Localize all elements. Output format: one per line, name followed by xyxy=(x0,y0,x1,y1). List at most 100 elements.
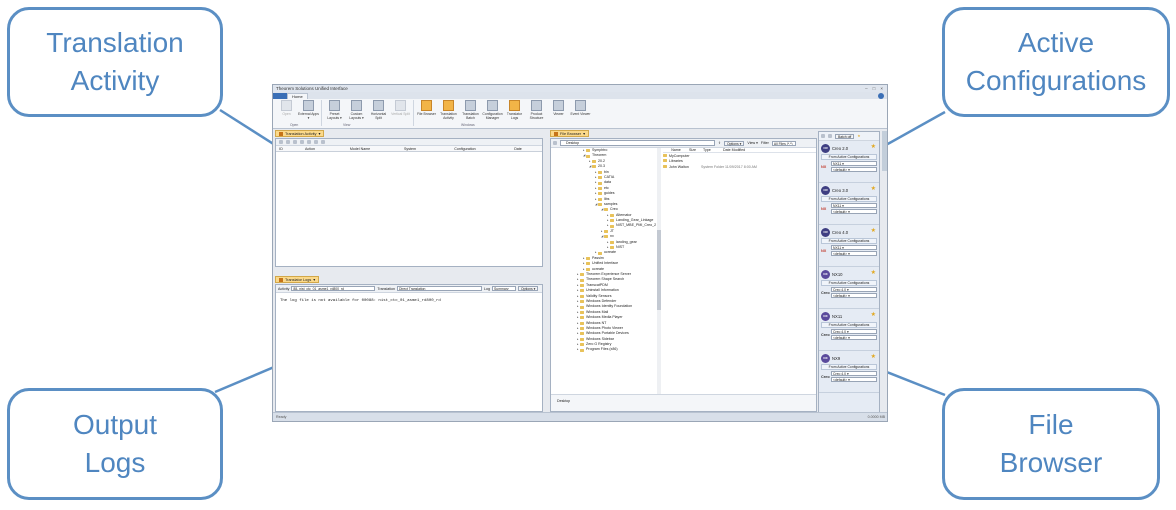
configuration-card[interactable]: CR Creo 4.0 ★ From Active Configurations NX N… xyxy=(819,225,879,267)
maximize-button[interactable]: □ xyxy=(873,86,876,91)
favorite-star-icon[interactable]: ★ xyxy=(857,134,860,138)
ribbon-button-label: Horizontal Split xyxy=(370,112,387,120)
column-header[interactable]: Size xyxy=(689,148,703,152)
ribbon-button-label: Preset Layouts ▾ xyxy=(327,112,342,120)
external-apps-ribbon-button[interactable]: External Apps ▾ xyxy=(298,100,319,120)
ribbon-button-label: Translation Activity xyxy=(440,112,457,120)
column-header[interactable]: Action xyxy=(286,147,334,151)
column-header[interactable]: Model Name xyxy=(334,147,386,151)
side-collapse-tab[interactable] xyxy=(882,131,887,171)
viewer-ribbon-button[interactable]: Viewer xyxy=(548,100,569,120)
favorite-star-icon[interactable]: ★ xyxy=(871,353,876,360)
folder-icon xyxy=(592,165,596,169)
ribbon-button-label: Open xyxy=(282,112,291,116)
config-select[interactable]: <default> ▾ xyxy=(831,167,877,172)
configuration-card[interactable]: CR Creo 3.0 ★ From Active Configurations NX N… xyxy=(819,183,879,225)
ribbon-button-label: Translator Logs xyxy=(506,112,523,120)
custom-layouts-ribbon-button[interactable]: Custom Layouts ▾ xyxy=(346,100,367,120)
scrollbar-thumb[interactable] xyxy=(657,230,661,310)
filter-select[interactable]: All Files (*.*) xyxy=(771,140,796,146)
translation-activity-toolbar xyxy=(276,139,542,146)
column-header[interactable]: ID xyxy=(276,147,286,151)
target-select[interactable]: Creo 4.0 ▾ xyxy=(831,371,877,376)
column-header[interactable]: Configuration xyxy=(434,147,496,151)
configuration-card[interactable]: NX NX9 ★ From Active Configurations Creo Creo… xyxy=(819,351,879,393)
favorite-star-icon[interactable]: ★ xyxy=(871,185,876,192)
from-active-configurations-button[interactable]: From Active Configurations xyxy=(821,238,877,244)
from-active-configurations-button[interactable]: From Active Configurations xyxy=(821,196,877,202)
translation-activity-ribbon-button[interactable]: Translation Activity xyxy=(438,100,459,120)
refresh-icon[interactable]: ⇧ xyxy=(718,141,721,145)
options-button[interactable]: Options ▾ xyxy=(518,286,539,291)
folder-icon xyxy=(663,159,667,163)
product-structure-ribbon-button[interactable]: Product Structure xyxy=(526,100,547,120)
configuration-card[interactable]: NX NX11 ★ From Active Configurations Creo Cre… xyxy=(819,309,879,351)
address-bar[interactable]: Desktop xyxy=(560,140,715,146)
column-header[interactable]: Type xyxy=(703,148,723,152)
config-select[interactable]: <default> ▾ xyxy=(831,251,877,256)
open-ribbon-button[interactable]: Open xyxy=(276,100,297,120)
options-button[interactable]: Options ▾ xyxy=(724,140,745,146)
target-select[interactable]: NX11 ▾ xyxy=(831,245,877,250)
tree-node-label: NIST xyxy=(616,245,625,250)
configuration-manager-ribbon-button[interactable]: Configuration Manager xyxy=(482,100,503,120)
config-select[interactable]: <default> ▾ xyxy=(831,335,877,340)
translation-batch-ribbon-button[interactable]: Translation Batch xyxy=(460,100,481,120)
stop-icon[interactable] xyxy=(300,140,304,144)
view-button[interactable]: View ▾ xyxy=(747,141,758,145)
horizontal-split-ribbon-button[interactable]: Horizontal Split xyxy=(368,100,389,120)
configuration-card[interactable]: CR Creo 2.0 ★ From Active Configurations NX N… xyxy=(819,141,879,183)
close-button[interactable]: × xyxy=(880,86,883,91)
grid-icon[interactable] xyxy=(821,134,825,138)
favorite-star-icon[interactable]: ★ xyxy=(871,143,876,150)
log-select[interactable]: Summary xyxy=(492,286,517,291)
folder-icon xyxy=(663,164,667,168)
file-browser-ribbon-button[interactable]: File Browser xyxy=(416,100,437,120)
from-active-configurations-button[interactable]: From Active Configurations xyxy=(821,280,877,286)
pause-icon[interactable] xyxy=(307,140,311,144)
column-header[interactable]: Date xyxy=(496,147,540,151)
favorite-star-icon[interactable]: ★ xyxy=(871,311,876,318)
configuration-card[interactable]: NX NX10 ★ From Active Configurations Creo Cre… xyxy=(819,267,879,309)
translation-activity-tab[interactable]: Translation Activity ▾ xyxy=(275,130,325,137)
tree-scrollbar[interactable] xyxy=(657,148,661,394)
column-header[interactable]: Date Modified xyxy=(723,148,763,152)
column-header[interactable]: System xyxy=(386,147,434,151)
column-header[interactable]: Name xyxy=(663,148,689,152)
delete-icon[interactable] xyxy=(321,140,325,144)
translator-logs-tab-label: Translator Logs xyxy=(285,277,312,282)
preset-layouts-ribbon-button[interactable]: Preset Layouts ▾ xyxy=(324,100,345,120)
batch-off-button[interactable]: Batch off xyxy=(835,133,855,139)
file-row[interactable]: John Walton System Folder 11/09/2017 8:00 … xyxy=(663,164,816,169)
config-select[interactable]: <default> ▾ xyxy=(831,377,877,382)
translator-logs-ribbon-button[interactable]: Translator Logs xyxy=(504,100,525,120)
tools-icon[interactable] xyxy=(828,134,832,138)
translation-select[interactable]: Direct Translation xyxy=(397,286,483,291)
ribbon-button-label: Product Structure xyxy=(529,112,544,120)
nx-logo-icon: NX xyxy=(821,353,830,363)
favorite-star-icon[interactable]: ★ xyxy=(871,227,876,234)
config-select[interactable]: <default> ▾ xyxy=(831,209,877,214)
save-icon[interactable] xyxy=(286,140,290,144)
from-active-configurations-button[interactable]: From Active Configurations xyxy=(821,364,877,370)
vertical-split-ribbon-button[interactable]: Vertical Split xyxy=(390,100,411,120)
translator-logs-tab[interactable]: Translator Logs ▾ xyxy=(275,276,320,283)
target-select[interactable]: NX11 ▾ xyxy=(831,203,877,208)
tree-node[interactable]: ▸ Program Files (x86) xyxy=(551,347,660,352)
target-select[interactable]: Creo 4.0 ▾ xyxy=(831,329,877,334)
from-active-configurations-button[interactable]: From Active Configurations xyxy=(821,154,877,160)
from-active-configurations-button[interactable]: From Active Configurations xyxy=(821,322,877,328)
edit-icon[interactable] xyxy=(293,140,297,144)
target-select[interactable]: Creo 4.0 ▾ xyxy=(831,287,877,292)
file-browser-tab[interactable]: File Browser ▾ xyxy=(550,130,590,137)
activity-select[interactable]: 88- nist_ctc_01_asme1_rd800_rd xyxy=(291,286,376,291)
target-select[interactable]: NX11 ▾ xyxy=(831,161,877,166)
translator-logs-panel: Activity 88- nist_ctc_01_asme1_rd800_rd … xyxy=(275,284,543,412)
settings-icon[interactable] xyxy=(314,140,318,144)
title-bar: Theorem Solutions Unified Interface – □ … xyxy=(273,85,887,92)
event-viewer-ribbon-button[interactable]: Event Viewer xyxy=(570,100,591,120)
favorite-star-icon[interactable]: ★ xyxy=(871,269,876,276)
minimize-button[interactable]: – xyxy=(865,86,868,91)
run-icon[interactable] xyxy=(279,140,283,144)
config-select[interactable]: <default> ▾ xyxy=(831,293,877,298)
